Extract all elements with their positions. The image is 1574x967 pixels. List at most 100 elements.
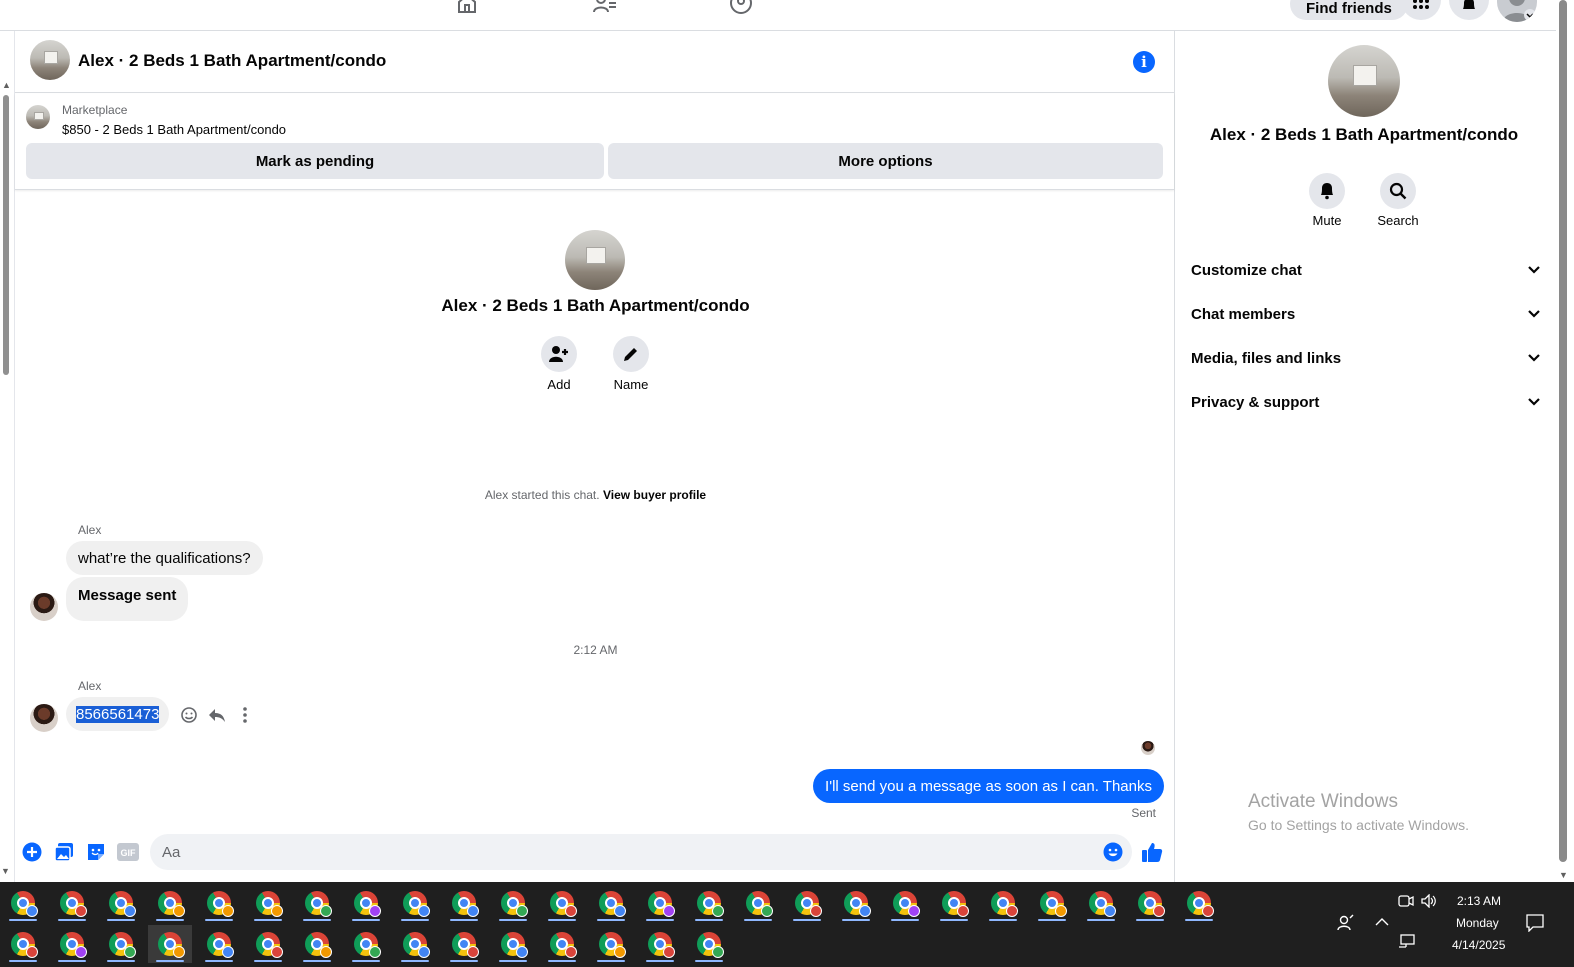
- mute-button[interactable]: [1309, 173, 1345, 209]
- taskbar-chrome-window[interactable]: [246, 925, 290, 963]
- more-options-button[interactable]: More options: [608, 143, 1163, 179]
- outgoing-message[interactable]: I'll send you a message as soon as I can…: [813, 769, 1164, 803]
- taskbar-chrome-window[interactable]: [589, 884, 633, 922]
- gif-icon[interactable]: GIF: [117, 841, 139, 863]
- find-friends-button[interactable]: Find friends: [1290, 0, 1408, 20]
- taskbar-chrome-window[interactable]: [1, 884, 45, 922]
- account-avatar[interactable]: [1497, 0, 1537, 22]
- scroll-down-arrow[interactable]: ▼: [1, 866, 10, 876]
- taskbar-chrome-window[interactable]: [99, 925, 143, 963]
- taskbar-chrome-window[interactable]: [295, 884, 339, 922]
- mark-as-pending-button[interactable]: Mark as pending: [26, 143, 604, 179]
- listing-title[interactable]: $850 - 2 Beds 1 Bath Apartment/condo: [62, 122, 286, 137]
- taskbar-chrome-window[interactable]: [540, 925, 584, 963]
- taskbar-chrome-window[interactable]: [785, 884, 829, 922]
- running-indicator: [401, 919, 429, 921]
- more-actions-icon[interactable]: [235, 705, 255, 725]
- sender-avatar[interactable]: [30, 593, 58, 621]
- taskbar-chrome-window[interactable]: [393, 925, 437, 963]
- thumbs-up-icon[interactable]: [1141, 841, 1163, 863]
- chat-members-section[interactable]: Chat members: [1191, 294, 1541, 334]
- friends-icon[interactable]: [591, 0, 619, 14]
- taskbar-chrome-window[interactable]: [834, 884, 878, 922]
- groups-icon[interactable]: [727, 0, 755, 14]
- chat-scrollbar[interactable]: ▲: [0, 80, 13, 880]
- privacy-support-section[interactable]: Privacy & support: [1191, 382, 1541, 422]
- taskbar-chrome-window[interactable]: [50, 925, 94, 963]
- notifications-button[interactable]: [1449, 0, 1489, 20]
- taskbar-chrome-window[interactable]: [1030, 884, 1074, 922]
- taskbar-chrome-window[interactable]: [736, 884, 780, 922]
- listing-thumbnail[interactable]: [26, 105, 50, 129]
- taskbar-chrome-window[interactable]: [1, 925, 45, 963]
- taskbar-chrome-window[interactable]: [883, 884, 927, 922]
- taskbar-chrome-window[interactable]: [148, 925, 192, 963]
- home-icon[interactable]: [453, 0, 481, 14]
- message-input[interactable]: Aa: [150, 834, 1132, 870]
- taskbar-chrome-window[interactable]: [99, 884, 143, 922]
- media-files-links-section[interactable]: Media, files and links: [1191, 338, 1541, 378]
- page-scrollbar[interactable]: ▼: [1556, 0, 1574, 882]
- intro-avatar[interactable]: [565, 230, 625, 290]
- taskbar-chrome-window[interactable]: [687, 884, 731, 922]
- taskbar-chrome-window[interactable]: [981, 884, 1025, 922]
- camera-icon[interactable]: [1398, 894, 1414, 911]
- taskbar-chrome-window[interactable]: [393, 884, 437, 922]
- info-icon[interactable]: i: [1133, 51, 1155, 73]
- sender-avatar[interactable]: [30, 704, 58, 732]
- add-person-button[interactable]: [541, 336, 577, 372]
- taskbar-chrome-window[interactable]: [50, 884, 94, 922]
- taskbar-chrome-window[interactable]: [1177, 884, 1221, 922]
- profile-badge-icon: [614, 905, 626, 917]
- clock-time[interactable]: 2:13 AM: [1457, 894, 1501, 908]
- phone-number-text[interactable]: 8566561473: [76, 705, 160, 723]
- customize-chat-section[interactable]: Customize chat: [1191, 250, 1541, 290]
- action-center-icon[interactable]: [1526, 914, 1544, 935]
- taskbar-chrome-window[interactable]: [638, 925, 682, 963]
- profile-badge-icon: [1153, 905, 1165, 917]
- name-label: Name: [613, 377, 649, 392]
- conversation-title[interactable]: Alex · 2 Beds 1 Bath Apartment/condo: [78, 51, 386, 71]
- incoming-message[interactable]: Message sent: [66, 577, 189, 621]
- network-icon[interactable]: [1398, 934, 1416, 951]
- taskbar-chrome-window[interactable]: [246, 884, 290, 922]
- taskbar-chrome-window[interactable]: [344, 925, 388, 963]
- react-icon[interactable]: [179, 705, 199, 725]
- plus-icon[interactable]: [21, 841, 43, 863]
- sticker-icon[interactable]: [85, 841, 107, 863]
- taskbar-chrome-window[interactable]: [344, 884, 388, 922]
- menu-grid-button[interactable]: [1401, 0, 1441, 20]
- taskbar-chrome-window[interactable]: [197, 884, 241, 922]
- view-buyer-profile-link[interactable]: View buyer profile: [603, 488, 706, 502]
- taskbar-chrome-window[interactable]: [442, 925, 486, 963]
- people-icon[interactable]: [1337, 914, 1355, 935]
- taskbar-chrome-window[interactable]: [1079, 884, 1123, 922]
- details-avatar[interactable]: [1328, 45, 1400, 117]
- taskbar-chrome-window[interactable]: [638, 884, 682, 922]
- clock-date[interactable]: 4/14/2025: [1452, 938, 1505, 952]
- taskbar-chrome-window[interactable]: [295, 925, 339, 963]
- clock-day[interactable]: Monday: [1456, 916, 1499, 930]
- reply-icon[interactable]: [207, 705, 227, 725]
- running-indicator: [303, 960, 331, 962]
- taskbar-chrome-window[interactable]: [589, 925, 633, 963]
- taskbar-chrome-window[interactable]: [491, 925, 535, 963]
- search-button[interactable]: [1380, 173, 1416, 209]
- conversation-avatar[interactable]: [30, 40, 70, 80]
- taskbar-chrome-window[interactable]: [540, 884, 584, 922]
- taskbar-chrome-window[interactable]: [197, 925, 241, 963]
- taskbar-chrome-window[interactable]: [687, 925, 731, 963]
- show-hidden-icons-icon[interactable]: [1375, 916, 1389, 930]
- edit-name-button[interactable]: [613, 336, 649, 372]
- taskbar-chrome-window[interactable]: [148, 884, 192, 922]
- taskbar-chrome-window[interactable]: [442, 884, 486, 922]
- profile-badge-icon: [222, 905, 234, 917]
- incoming-message[interactable]: 8566561473: [66, 697, 170, 731]
- emoji-icon[interactable]: [1102, 841, 1124, 863]
- taskbar-chrome-window[interactable]: [1128, 884, 1172, 922]
- taskbar-chrome-window[interactable]: [491, 884, 535, 922]
- photo-icon[interactable]: [53, 841, 75, 863]
- taskbar-chrome-window[interactable]: [932, 884, 976, 922]
- volume-icon[interactable]: [1421, 893, 1437, 911]
- incoming-message[interactable]: what’re the qualifications?: [66, 541, 263, 575]
